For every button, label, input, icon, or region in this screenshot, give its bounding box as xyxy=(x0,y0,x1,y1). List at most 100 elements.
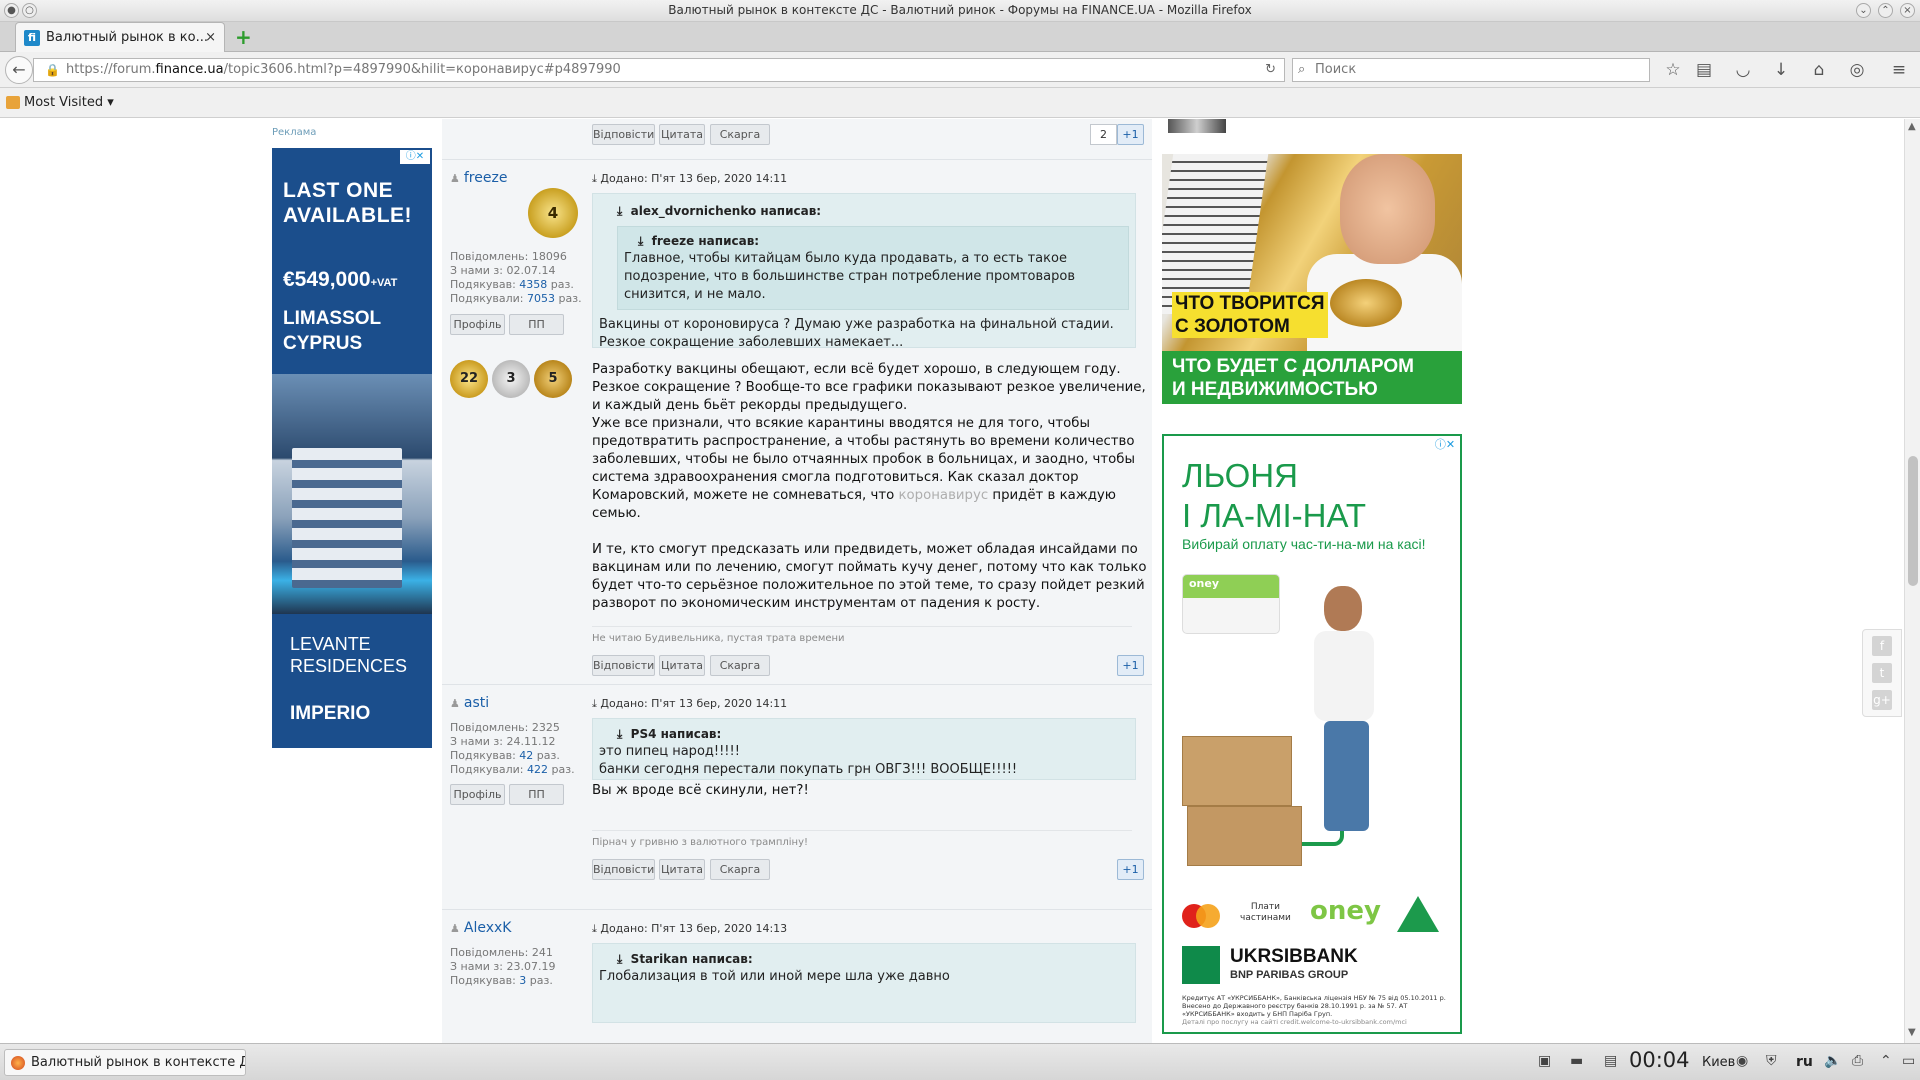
stat-thanked-by-link[interactable]: 422 xyxy=(527,763,548,776)
stat-thanked-link[interactable]: 42 xyxy=(519,749,533,762)
new-tab-icon[interactable]: + xyxy=(235,25,252,49)
ad-choices-icon[interactable]: ⓘ✕ xyxy=(400,150,430,164)
user-icon: ♟ xyxy=(450,922,460,935)
menu-hamburger-icon[interactable]: ≡ xyxy=(1888,60,1910,80)
profile-button[interactable]: Профіль xyxy=(450,784,505,805)
reload-icon[interactable]: ↻ xyxy=(1265,59,1276,81)
volume-icon[interactable]: 🔈 xyxy=(1824,1053,1841,1069)
stat-times: раз. xyxy=(550,278,574,291)
quote-block: ⤓ PS4 написав: это пипец народ!!!!! банк… xyxy=(592,718,1136,780)
minimize-icon[interactable]: ⌄ xyxy=(1856,3,1871,18)
nested-quote: ⤓ freeze написав: Главное, чтобы китайца… xyxy=(617,226,1129,310)
maximize-icon[interactable]: ⌃ xyxy=(1878,3,1893,18)
pm-button[interactable]: ПП xyxy=(509,314,564,335)
pin-icon[interactable]: ○ xyxy=(22,3,37,18)
reply-button[interactable]: Відповісти xyxy=(592,655,655,676)
tab-close-icon[interactable]: × xyxy=(205,23,216,52)
quote-button[interactable]: Цитата xyxy=(659,859,705,880)
network-icon[interactable]: ⎙ xyxy=(1852,1053,1863,1069)
disclaimer-link: Деталі про послугу на сайті credit.welco… xyxy=(1182,1018,1407,1026)
ad-brand-line-1: LEVANTE xyxy=(290,634,371,654)
profile-button[interactable]: Профіль xyxy=(450,314,505,335)
close-window-icon[interactable]: × xyxy=(1900,3,1915,18)
real-estate-ad[interactable]: ⓘ✕ LAST ONE AVAILABLE! €549,000+VAT LIMA… xyxy=(272,148,432,748)
back-button[interactable]: ← xyxy=(5,56,33,84)
keyboard-layout[interactable]: ru xyxy=(1796,1054,1813,1070)
post-author[interactable]: ♟ asti xyxy=(450,695,489,711)
medal-bronze: 5 xyxy=(534,360,572,398)
quote-button[interactable]: Цитата xyxy=(659,655,705,676)
google-plus-icon[interactable]: g+ xyxy=(1872,690,1892,710)
ad-choices-icon[interactable]: ⓘ✕ xyxy=(1432,438,1458,452)
author-name[interactable]: asti xyxy=(464,695,489,711)
search-icon: ⌕ xyxy=(1298,62,1306,77)
reading-list-icon[interactable]: ▤ xyxy=(1693,60,1715,80)
facebook-icon[interactable]: f xyxy=(1872,636,1892,656)
tray-menu-icon[interactable]: ▭ xyxy=(1902,1053,1915,1069)
stat-thanked-link[interactable]: 4358 xyxy=(519,278,547,291)
stat-since: З нами з: 02.07.14 xyxy=(450,264,582,278)
app-menu-icon[interactable]: ● xyxy=(4,3,19,18)
plus-one-button[interactable]: +1 xyxy=(1117,655,1144,676)
bank-ad-line-1: ЛЬОНЯ xyxy=(1182,457,1298,494)
complaint-button[interactable]: Скарга xyxy=(710,124,770,145)
sync-icon[interactable]: ◎ xyxy=(1846,60,1868,80)
window-title: Валютный рынок в контексте ДС - Валютний… xyxy=(668,3,1252,17)
partner-logos: Плати частинами oney xyxy=(1182,896,1442,936)
monitor-icon[interactable]: ▬ xyxy=(1570,1053,1583,1069)
post-signature: Пірнач у гривню з валютного трампліну! xyxy=(592,830,1132,848)
search-bar[interactable]: ⌕ Поиск xyxy=(1292,58,1650,82)
plus-one-button[interactable]: +1 xyxy=(1117,124,1144,145)
stat-thanked-link[interactable]: 3 xyxy=(519,974,526,987)
nested-quote-author: ⤓ freeze написав: xyxy=(638,234,760,248)
twitter-icon[interactable]: t xyxy=(1872,663,1892,683)
forum-topic: Відповісти Цитата Скарга 2 +1 ♟ freeze 4 … xyxy=(442,119,1152,1043)
plus-one-button[interactable]: +1 xyxy=(1117,859,1144,880)
firefox-icon xyxy=(11,1056,25,1070)
home-icon[interactable]: ⌂ xyxy=(1808,60,1830,80)
author-name[interactable]: freeze xyxy=(464,170,508,186)
scroll-thumb[interactable] xyxy=(1908,456,1918,586)
stat-posts: Повідомлень: 241 xyxy=(450,946,555,960)
thanks-count: 2 xyxy=(1090,124,1117,145)
taskbar-firefox-window[interactable]: Валютный рынок в контексте ДС - В xyxy=(4,1049,246,1076)
page-scrollbar[interactable]: ▲ ▼ xyxy=(1904,119,1920,1043)
post-author[interactable]: ♟ freeze xyxy=(450,170,507,186)
gold-ad[interactable]: ЧТО ТВОРИТСЯ С ЗОЛОТОМ ЧТО БУДЕТ С ДОЛЛА… xyxy=(1162,154,1462,404)
stat-posts-label: Повідомлень: xyxy=(450,250,529,263)
user-icon: ♟ xyxy=(450,172,460,185)
complaint-button[interactable]: Скарга xyxy=(710,859,770,880)
tray-expand-icon[interactable]: ⌃ xyxy=(1880,1053,1892,1069)
network-manager-icon[interactable]: ▣ xyxy=(1538,1053,1551,1069)
download-icon[interactable]: ↓ xyxy=(1770,60,1792,80)
scroll-up-icon[interactable]: ▲ xyxy=(1908,121,1916,132)
complaint-button[interactable]: Скарга xyxy=(710,655,770,676)
nested-quote-author-name: freeze написав: xyxy=(651,234,760,248)
gold-ad-line-2: С ЗОЛОТОМ xyxy=(1175,316,1290,337)
stat-since-value: 24.11.12 xyxy=(506,735,556,748)
url-bar[interactable]: 🔒 https://forum.finance.ua/topic3606.htm… xyxy=(33,58,1285,82)
gold-ad-subline: ЧТО БУДЕТ С ДОЛЛАРОМ И НЕДВИЖИМОСТЬЮ xyxy=(1162,351,1462,404)
pocket-icon[interactable]: ◡ xyxy=(1732,60,1754,80)
shield-icon[interactable]: ⛨ xyxy=(1766,1053,1777,1069)
tab-active[interactable]: fi Валютный рынок в ко... × xyxy=(15,22,225,53)
lock-icon[interactable]: 🔒 xyxy=(45,59,60,81)
quote-button[interactable]: Цитата xyxy=(659,124,705,145)
post-author[interactable]: ♟ AlexxK xyxy=(450,920,511,936)
clock-time[interactable]: 00:04 xyxy=(1629,1048,1690,1072)
bookmark-star-icon[interactable]: ☆ xyxy=(1662,60,1684,80)
reply-button[interactable]: Відповісти xyxy=(592,124,655,145)
chrome-icon[interactable]: ◉ xyxy=(1736,1053,1748,1069)
clipboard-icon[interactable]: ▤ xyxy=(1604,1053,1617,1069)
ad-thumbnail[interactable] xyxy=(1168,119,1226,133)
pm-button[interactable]: ПП xyxy=(509,784,564,805)
scroll-down-icon[interactable]: ▼ xyxy=(1908,1027,1916,1038)
ad-line-2: AVAILABLE! xyxy=(283,204,413,227)
plati-line-2: частинами xyxy=(1240,913,1291,923)
finance-favicon-icon: fi xyxy=(24,30,40,46)
bank-ad[interactable]: ⓘ✕ ЛЬОНЯ І ЛА-МІ-НАТ Вибирай оплату час-… xyxy=(1162,434,1462,1034)
reply-button[interactable]: Відповісти xyxy=(592,859,655,880)
stat-thanked-by-link[interactable]: 7053 xyxy=(527,292,555,305)
author-name[interactable]: AlexxK xyxy=(464,920,512,936)
most-visited-button[interactable]: Most Visited ▾ xyxy=(24,88,114,117)
